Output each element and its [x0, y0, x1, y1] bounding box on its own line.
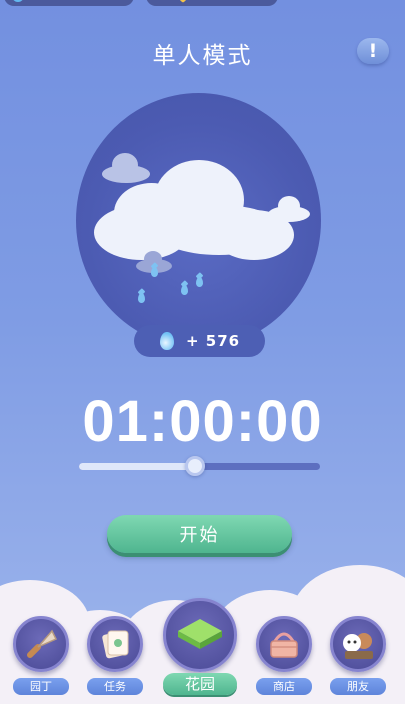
- raindrop-icon: [138, 293, 145, 303]
- raindrop-icon: [196, 277, 203, 287]
- nav-icon-circle: [256, 616, 312, 672]
- water-drop-icon: [160, 332, 174, 350]
- friends-icon: [343, 633, 373, 659]
- slider-fill: [79, 463, 195, 470]
- task-cards-icon: [102, 630, 129, 659]
- timer-display: 01:00:00: [82, 389, 323, 454]
- raindrop-icon: [151, 267, 158, 277]
- status-dot-icon: [12, 0, 24, 2]
- nav-icon-circle: [330, 616, 386, 672]
- top-status-pill-right: [146, 0, 278, 6]
- nav-label-garden: 花园: [163, 673, 237, 695]
- nav-label-gardener: 园丁: [13, 678, 69, 695]
- nav-icon-circle-active: [163, 598, 237, 672]
- nav-icon-circle: [87, 616, 143, 672]
- water-reward-value: + 576: [186, 332, 241, 350]
- slider-thumb[interactable]: [184, 456, 205, 476]
- raindrop-icon: [181, 285, 188, 295]
- exclamation-icon: !: [368, 40, 378, 62]
- trowel-icon: [27, 629, 58, 658]
- start-button[interactable]: 开始: [107, 515, 292, 553]
- nav-icon-circle: [13, 616, 69, 672]
- spark-icon: [175, 0, 191, 4]
- alert-button[interactable]: !: [357, 38, 389, 64]
- nav-label-tasks: 任务: [87, 678, 143, 695]
- nav-label-friends: 朋友: [330, 678, 386, 695]
- water-reward-badge: + 576: [134, 325, 265, 357]
- main-cloud-icon: [94, 155, 294, 265]
- weather-scene: [76, 93, 321, 348]
- top-status-pill-left: [4, 0, 134, 6]
- basket-icon: [270, 632, 298, 658]
- nav-label-shop: 商店: [256, 678, 312, 695]
- page-title: 单人模式: [152, 43, 253, 69]
- grass-tile-icon: [178, 619, 222, 649]
